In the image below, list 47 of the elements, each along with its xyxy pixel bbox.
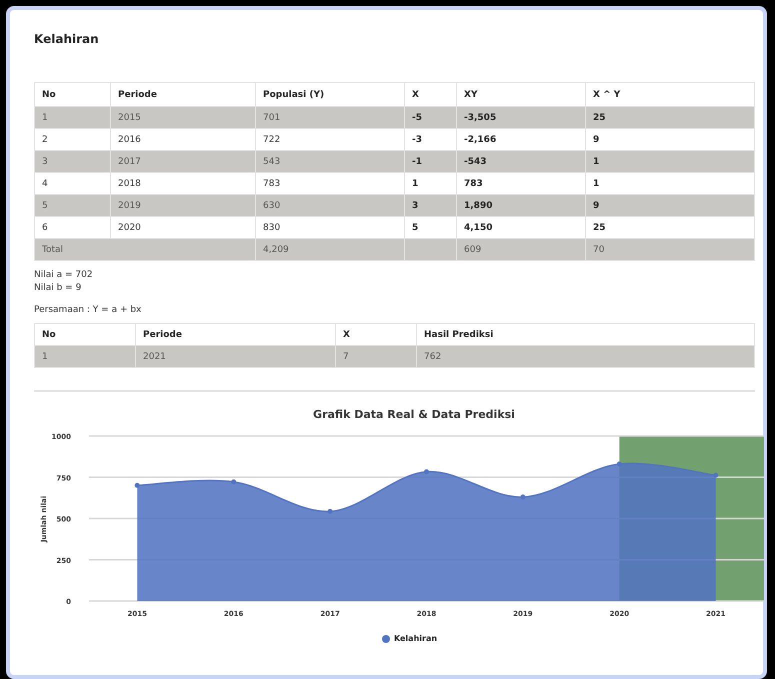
table-cell: 2015 bbox=[110, 106, 256, 128]
table-cell: -3,505 bbox=[456, 106, 586, 128]
table-cell: 4,209 bbox=[256, 238, 404, 260]
table-cell: 25 bbox=[586, 106, 754, 128]
column-header: XY bbox=[456, 82, 586, 106]
point bbox=[424, 469, 429, 474]
column-header: Periode bbox=[110, 82, 256, 106]
table-cell: 1 bbox=[34, 346, 136, 368]
column-header: No bbox=[34, 324, 136, 346]
table-cell: 1 bbox=[586, 150, 754, 172]
table-cell: 2021 bbox=[136, 346, 336, 368]
equation-text: Persamaan : Y = a + bx bbox=[34, 305, 142, 315]
point bbox=[231, 479, 236, 484]
result-text: Nilai a = 702 bbox=[34, 269, 94, 282]
table-cell: 701 bbox=[256, 106, 404, 128]
result-text: Nilai b = 9 bbox=[34, 282, 82, 295]
card-title: Kelahiran bbox=[34, 32, 100, 46]
column-header: X ^ Y bbox=[586, 82, 754, 106]
table-cell: 2019 bbox=[110, 194, 256, 216]
point bbox=[616, 462, 622, 467]
table-cell: 5 bbox=[34, 194, 110, 216]
table-cell: -1 bbox=[404, 150, 456, 172]
table-cell: -5 bbox=[404, 106, 456, 128]
column-header: Hasil Prediksi bbox=[416, 324, 754, 346]
table-cell: 7 bbox=[336, 346, 416, 368]
chart-title: Grafik Data Real & Data Prediksi bbox=[313, 408, 515, 421]
table-cell: 630 bbox=[256, 194, 404, 216]
table-cell: 543 bbox=[256, 150, 404, 172]
table-cell: 1,890 bbox=[456, 194, 586, 216]
column-header: Periode bbox=[136, 324, 336, 346]
table-cell: 762 bbox=[416, 346, 754, 368]
point bbox=[713, 472, 718, 478]
table-cell: 609 bbox=[456, 238, 586, 260]
table-cell: 9 bbox=[586, 194, 754, 216]
table-cell: 3 bbox=[404, 194, 456, 216]
table-cell: Total bbox=[34, 238, 256, 260]
column-header: No bbox=[34, 82, 110, 106]
table-cell: -543 bbox=[456, 150, 586, 172]
point bbox=[520, 494, 526, 500]
point bbox=[328, 508, 333, 514]
table-cell: 1 bbox=[34, 106, 110, 128]
table-cell: 3 bbox=[34, 150, 110, 172]
column-header: Populasi (Y) bbox=[256, 82, 404, 106]
table-cell: 2017 bbox=[110, 150, 256, 172]
table-cell: 70 bbox=[586, 238, 754, 260]
point bbox=[134, 482, 140, 488]
legend-label[interactable]: Kelahiran bbox=[394, 634, 438, 643]
